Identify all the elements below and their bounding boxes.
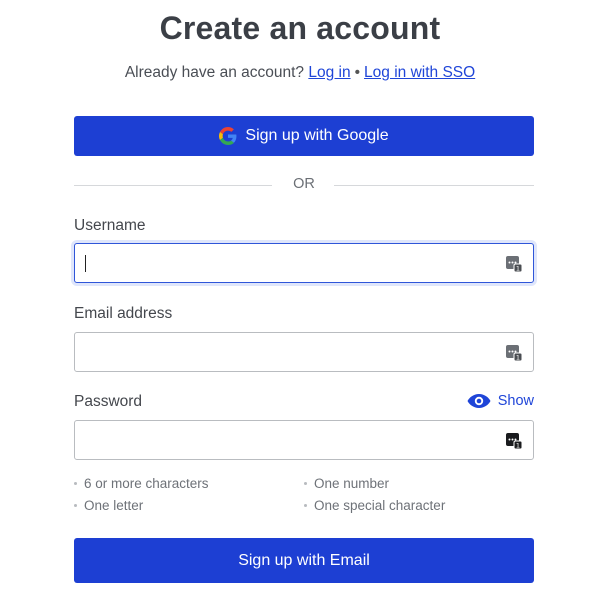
divider-line-right: [334, 185, 534, 186]
separator-dot: •: [354, 64, 361, 81]
login-link[interactable]: Log in: [308, 64, 350, 81]
login-prompt: Already have an account? Log in • Log in w…: [0, 64, 600, 82]
bullet-icon: [74, 481, 77, 485]
email-field-wrapper: 1: [74, 332, 534, 372]
svg-text:1: 1: [516, 442, 520, 450]
password-input[interactable]: [75, 421, 495, 459]
show-password-toggle[interactable]: Show: [467, 393, 534, 409]
requirement-text: 6 or more characters: [84, 476, 209, 491]
email-signup-button[interactable]: Sign up with Email: [74, 538, 534, 583]
login-prompt-text: Already have an account?: [124, 64, 305, 81]
requirement-text: One letter: [84, 498, 144, 513]
svg-text:1: 1: [516, 354, 520, 362]
email-label: Email address: [74, 305, 173, 322]
requirement-item: One letter: [74, 498, 143, 513]
requirement-item: 6 or more characters: [74, 476, 209, 491]
bullet-icon: [304, 503, 307, 507]
text-caret: [85, 255, 86, 272]
page-title: Create an account: [159, 10, 441, 46]
eye-icon: [467, 394, 491, 408]
google-g-icon: [219, 127, 237, 145]
password-manager-icon[interactable]: 1: [505, 432, 523, 450]
svg-text:1: 1: [516, 265, 520, 273]
requirement-item: One special character: [304, 498, 445, 513]
bullet-icon: [74, 503, 77, 507]
username-input[interactable]: [75, 244, 495, 282]
username-field-wrapper: 1: [74, 243, 534, 283]
password-manager-icon[interactable]: 1: [505, 255, 523, 273]
google-signup-button[interactable]: Sign up with Google: [74, 116, 534, 156]
requirement-text: One number: [314, 476, 390, 491]
bullet-icon: [304, 481, 307, 485]
requirement-text: One special character: [314, 498, 446, 513]
or-divider: OR: [74, 176, 534, 194]
password-field-wrapper: 1: [74, 420, 534, 460]
google-signup-label: Sign up with Google: [245, 127, 389, 144]
email-signup-label: Sign up with Email: [238, 551, 370, 569]
password-manager-icon[interactable]: 1: [505, 344, 523, 362]
username-label: Username: [74, 217, 146, 234]
email-input[interactable]: [75, 333, 495, 371]
requirement-item: One number: [304, 476, 389, 491]
password-label: Password: [74, 393, 143, 410]
divider-label: OR: [293, 176, 315, 192]
show-password-label: Show: [497, 393, 534, 409]
sso-login-link[interactable]: Log in with SSO: [364, 64, 475, 81]
